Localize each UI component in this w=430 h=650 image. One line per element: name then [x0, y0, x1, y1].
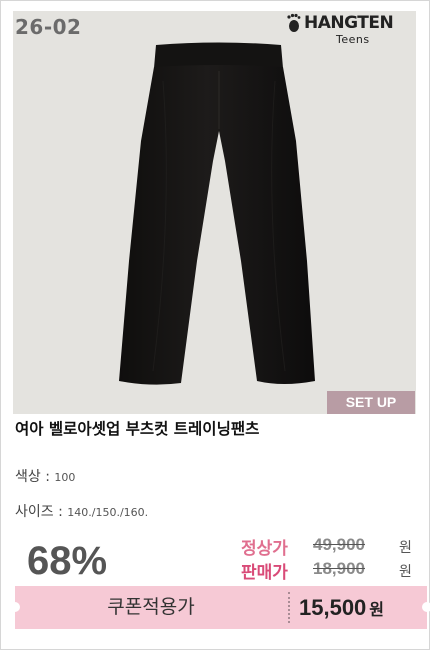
coupon-price-wrap: 15,500 원 — [299, 586, 384, 631]
product-image[interactable]: 26-02 HANGTEN Teens — [13, 11, 416, 414]
size-row: 사이즈 : 140./150./160. — [15, 501, 148, 521]
coupon-label: 쿠폰적용가 — [107, 596, 195, 618]
discount-rate: 68% — [27, 539, 108, 583]
coupon-currency: 원 — [369, 600, 385, 619]
brand-logo: HANGTEN Teens — [284, 13, 394, 49]
coupon-price: 15,500 — [299, 595, 367, 620]
brand-name: HANGTEN — [304, 13, 394, 33]
coupon-price-banner[interactable]: 쿠폰적용가 15,500 원 — [10, 586, 430, 631]
size-value: 140./150./160. — [67, 506, 149, 519]
sale-price: 18,900 — [313, 559, 365, 578]
regular-currency: 원 — [399, 540, 412, 556]
coupon-notch-right — [422, 602, 430, 612]
pants-image — [119, 42, 315, 385]
regular-price-label: 정상가 — [241, 539, 288, 559]
sale-currency: 원 — [399, 564, 412, 580]
color-label: 색상 : — [15, 469, 50, 485]
size-label: 사이즈 : — [15, 504, 63, 520]
color-row: 색상 : 100 — [15, 466, 75, 486]
color-value: 100 — [54, 471, 76, 484]
coupon-divider — [288, 592, 290, 623]
product-card[interactable]: 26-02 HANGTEN Teens SET UP 여아 벨로아셋업 부츠컷 … — [0, 0, 430, 650]
product-code: 26-02 — [15, 15, 82, 39]
brand-sub: Teens — [336, 33, 370, 46]
footprint-icon — [287, 13, 301, 32]
sale-price-label: 판매가 — [241, 563, 288, 583]
product-title[interactable]: 여아 벨로아셋업 부츠컷 트레이닝팬츠 — [15, 417, 259, 439]
setup-badge: SET UP — [327, 391, 415, 414]
regular-price: 49,900 — [313, 535, 365, 554]
